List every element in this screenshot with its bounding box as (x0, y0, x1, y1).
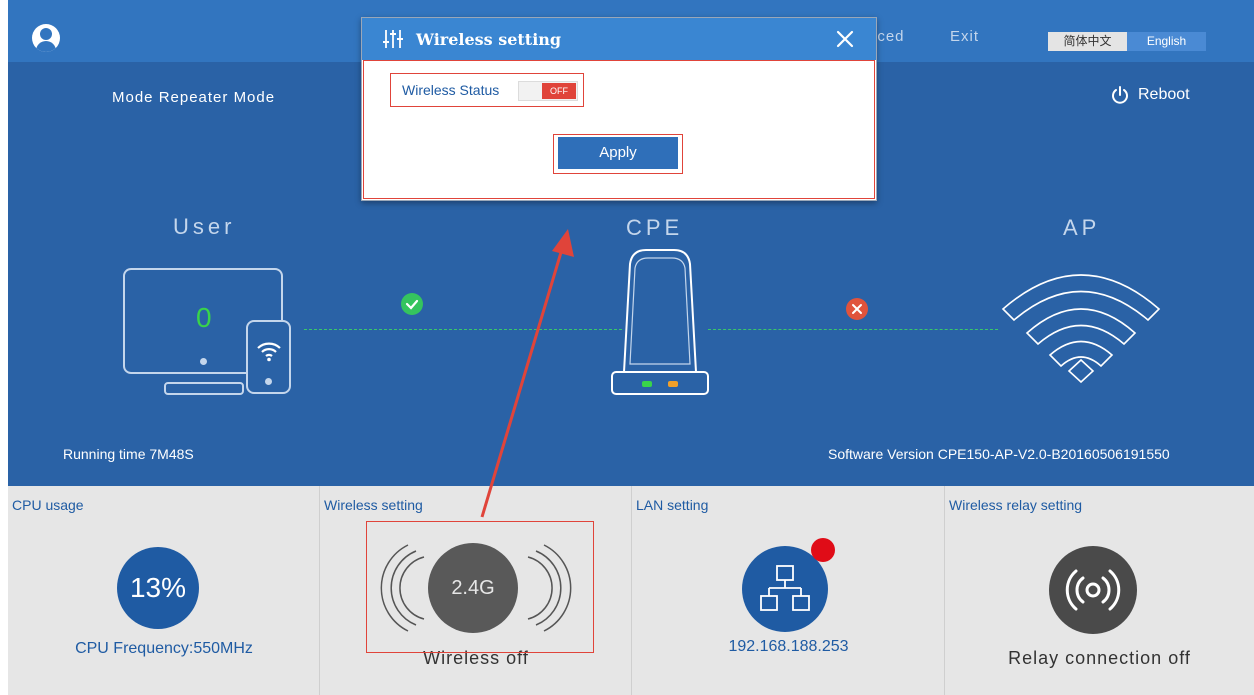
cpu-frequency: CPU Frequency:550MHz (75, 640, 253, 657)
reboot-label: Reboot (1138, 86, 1190, 103)
wireless-setting-dialog: Wireless setting Wireless Status OFF App… (361, 17, 877, 201)
link-ok-icon (401, 293, 423, 315)
sliders-icon (383, 30, 403, 48)
panel-title: LAN setting (636, 497, 709, 513)
software-version: Software Version CPE150-AP-V2.0-B2016050… (828, 446, 1170, 462)
phone-dot (265, 378, 272, 385)
cpe-device-icon (611, 249, 709, 395)
panel-title: Wireless relay setting (949, 497, 1083, 513)
highlight-wireless-panel (366, 521, 594, 653)
mode-label: Mode Repeater Mode (112, 89, 276, 106)
highlight-dialog-body (363, 60, 875, 199)
monitor-dot (200, 358, 207, 365)
settings-panels: CPU usage 13% CPU Frequency:550MHz Wirel… (8, 486, 1254, 695)
user-section-title: User (173, 214, 236, 239)
notification-dot (811, 538, 835, 562)
reboot-button[interactable]: Reboot (1110, 85, 1190, 105)
relay-setting-button[interactable] (1049, 546, 1137, 634)
cpe-section-title: CPE (626, 215, 684, 240)
avatar-head (40, 28, 52, 40)
link-cpe-ap (708, 329, 998, 330)
lang-chinese-button[interactable]: 简体中文 (1048, 32, 1127, 51)
broadcast-icon (1065, 569, 1121, 611)
ap-section-title: AP (1063, 215, 1101, 240)
app-root: nced Exit 简体中文 English Mode Repeater Mod… (0, 0, 1254, 695)
relay-status-text: Relay connection off (1008, 648, 1191, 668)
connected-user-count: 0 (196, 302, 212, 333)
power-icon (1112, 86, 1128, 104)
lan-setting-panel[interactable]: LAN setting 192.168.188.253 (632, 486, 945, 695)
panel-title: CPU usage (12, 497, 84, 513)
annotation-arrow (480, 229, 574, 518)
monitor-stand (164, 382, 244, 395)
nav-exit[interactable]: Exit (950, 28, 979, 45)
running-time: Running time 7M48S (63, 446, 194, 462)
avatar-body (36, 41, 56, 52)
dialog-title: Wireless setting (416, 30, 562, 49)
lan-ip-address: 192.168.188.253 (728, 638, 849, 655)
user-avatar-icon[interactable] (32, 24, 60, 52)
ap-wifi-icon (1001, 274, 1161, 384)
dialog-header: Wireless setting (362, 18, 876, 60)
close-icon[interactable] (834, 28, 856, 50)
panel-title: Wireless setting (324, 497, 423, 513)
wireless-relay-panel[interactable]: Wireless relay setting Relay connection … (945, 486, 1254, 695)
phone-wifi-icon (257, 342, 281, 362)
cpu-usage-value: 13% (117, 547, 199, 629)
link-error-icon (846, 298, 868, 320)
lang-english-button[interactable]: English (1127, 32, 1206, 51)
cpu-usage-panel: CPU usage 13% CPU Frequency:550MHz (8, 486, 320, 695)
